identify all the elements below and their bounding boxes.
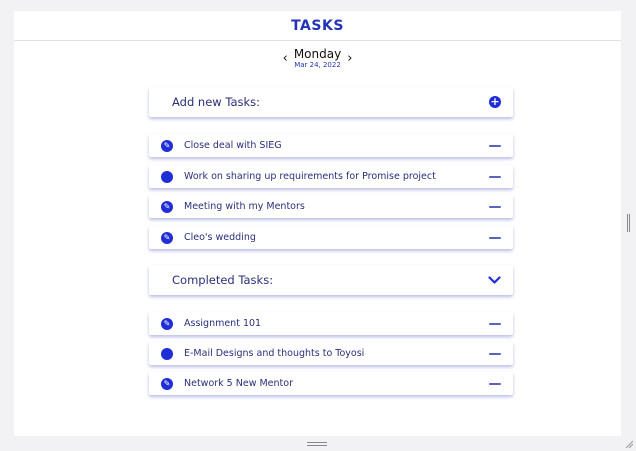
- completed-task-row[interactable]: E-Mail Designs and thoughts to Toyosi: [149, 342, 513, 365]
- task-row[interactable]: Work on sharing up requirements for Prom…: [149, 165, 513, 188]
- remove-icon[interactable]: [489, 175, 501, 178]
- task-label: Assignment 101: [184, 318, 262, 329]
- remove-icon[interactable]: [489, 322, 501, 325]
- completed-task-row[interactable]: ✎ Network 5 New Mentor: [149, 372, 513, 395]
- remove-icon[interactable]: [489, 144, 501, 147]
- remove-icon[interactable]: [489, 352, 501, 355]
- page-title: TASKS: [291, 17, 344, 34]
- vertical-resize-handle[interactable]: [627, 214, 630, 232]
- task-label: Cleo's wedding: [184, 232, 256, 243]
- plus-circle-icon[interactable]: +: [489, 96, 501, 108]
- add-task-bar[interactable]: Add new Tasks: +: [149, 87, 513, 117]
- chevron-down-icon[interactable]: [488, 275, 501, 285]
- date-label: Mar 24, 2022: [294, 61, 341, 69]
- chevron-left-icon[interactable]: ‹: [283, 52, 288, 65]
- completed-tasks-bar[interactable]: Completed Tasks:: [149, 265, 513, 295]
- chevron-right-icon[interactable]: ›: [347, 52, 352, 65]
- check-circle-icon[interactable]: ✎: [161, 377, 173, 390]
- check-circle-icon[interactable]: ✎: [161, 231, 173, 244]
- add-task-label: Add new Tasks:: [172, 95, 261, 109]
- tasks-window: TASKS ‹ Monday Mar 24, 2022 › Add new Ta…: [14, 11, 621, 436]
- day-label: Monday: [293, 47, 342, 61]
- remove-icon[interactable]: [489, 236, 501, 239]
- status-dot-icon[interactable]: [161, 170, 173, 183]
- horizontal-resize-handle[interactable]: [307, 442, 327, 446]
- task-label: Close deal with SIEG: [184, 140, 282, 151]
- completed-task-row[interactable]: ✎ Assignment 101: [149, 312, 513, 335]
- task-label: Meeting with my Mentors: [184, 201, 305, 212]
- check-circle-icon[interactable]: ✎: [161, 200, 173, 213]
- date-navigator: ‹ Monday Mar 24, 2022 ›: [14, 47, 621, 70]
- completed-tasks-label: Completed Tasks:: [172, 273, 274, 287]
- check-circle-icon[interactable]: ✎: [161, 317, 173, 330]
- remove-icon[interactable]: [489, 382, 501, 385]
- task-row[interactable]: ✎ Close deal with SIEG: [149, 134, 513, 157]
- date-display: Monday Mar 24, 2022: [293, 47, 342, 70]
- remove-icon[interactable]: [489, 205, 501, 208]
- task-label: Network 5 New Mentor: [184, 378, 293, 389]
- task-row[interactable]: ✎ Cleo's wedding: [149, 226, 513, 249]
- status-dot-icon[interactable]: [161, 347, 173, 360]
- task-label: E-Mail Designs and thoughts to Toyosi: [184, 348, 365, 359]
- check-circle-icon[interactable]: ✎: [161, 139, 173, 152]
- task-label: Work on sharing up requirements for Prom…: [184, 171, 436, 182]
- task-row[interactable]: ✎ Meeting with my Mentors: [149, 195, 513, 218]
- header: TASKS: [14, 11, 621, 41]
- resize-grip-icon[interactable]: [625, 440, 633, 448]
